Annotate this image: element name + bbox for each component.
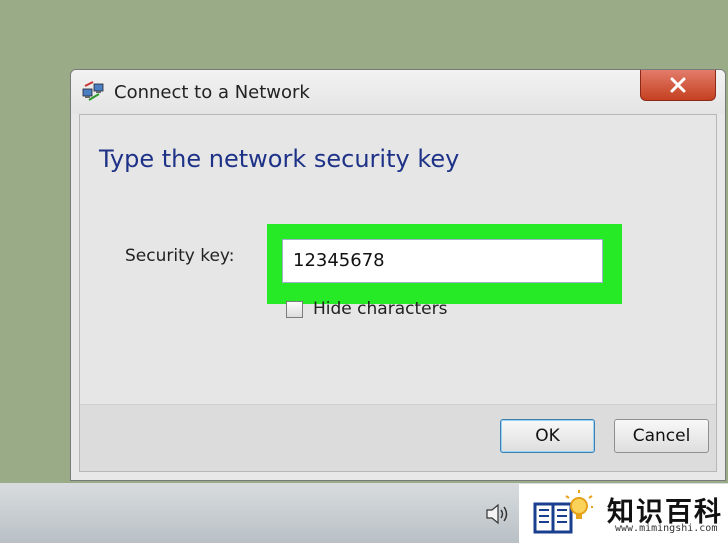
page-heading: Type the network security key	[99, 145, 460, 173]
book-lightbulb-logo	[533, 490, 593, 534]
dialog-content: Type the network security key Security k…	[79, 114, 717, 472]
security-key-input[interactable]: 12345678	[282, 239, 603, 283]
hide-characters-label[interactable]: Hide characters	[313, 299, 447, 319]
network-icon	[82, 81, 104, 101]
watermark: 知识百科 www.mimingshi.com	[519, 484, 728, 543]
speaker-icon[interactable]	[484, 502, 512, 526]
ok-button[interactable]: OK	[500, 419, 595, 453]
hide-characters-checkbox[interactable]	[286, 301, 303, 318]
close-icon	[670, 77, 686, 93]
security-key-label: Security key:	[125, 246, 235, 266]
connect-dialog: Connect to a Network Type the network se…	[70, 69, 726, 481]
close-button[interactable]	[640, 70, 716, 101]
dialog-footer: OK Cancel	[80, 404, 716, 471]
cancel-button[interactable]: Cancel	[614, 419, 709, 453]
watermark-url: www.mimingshi.com	[615, 523, 718, 534]
window-title: Connect to a Network	[114, 82, 310, 103]
title-bar[interactable]: Connect to a Network	[71, 70, 725, 114]
